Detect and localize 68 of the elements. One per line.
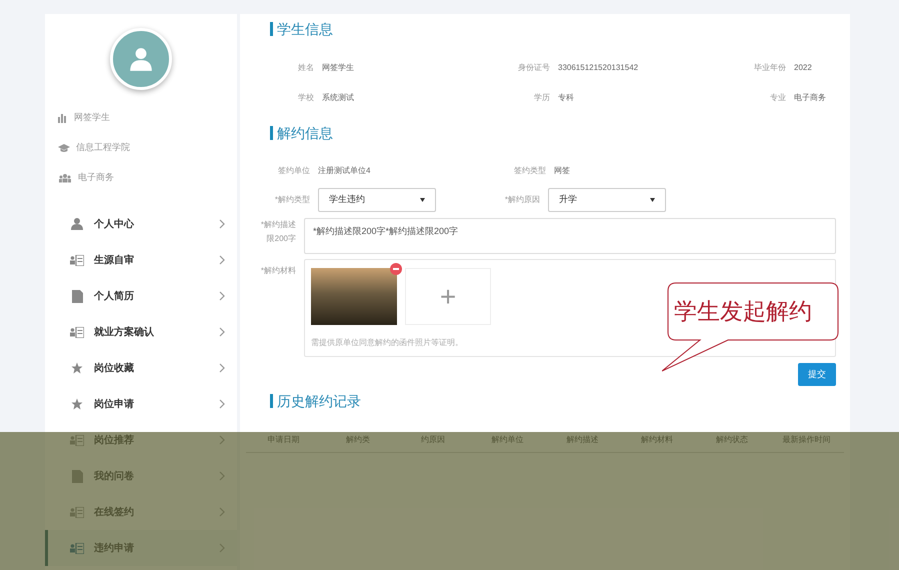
field-value: 2022 <box>794 62 813 74</box>
column-header: 解约描述 <box>565 434 600 446</box>
dropdown[interactable]: 升学 <box>548 188 666 212</box>
column-header: 约原因 <box>420 434 446 446</box>
field-value: 网签 <box>554 165 571 177</box>
chevron-icon <box>219 363 225 373</box>
title-bar <box>270 126 273 140</box>
chevron-icon <box>219 255 225 265</box>
dropdown[interactable]: 学生违约 <box>318 188 436 212</box>
title-bar <box>270 22 273 36</box>
star-icon <box>70 362 84 374</box>
remove-icon[interactable] <box>390 263 402 275</box>
chevron-icon <box>219 219 225 229</box>
caret-icon <box>650 198 655 202</box>
chevron-icon <box>219 399 225 409</box>
profile-text: 电子商务 <box>78 171 114 184</box>
column-header: 申请日期 <box>266 434 300 446</box>
field-label: 签约单位 <box>277 165 310 177</box>
sidebar-item[interactable]: 岗位收藏 <box>45 350 237 386</box>
field-label: 学历 <box>533 92 550 104</box>
person-icon <box>70 218 84 230</box>
field-value: 电子商务 <box>794 92 827 104</box>
field-value: 注册测试单位4 <box>318 165 372 177</box>
description-field[interactable]: *解约描述限200字*解约描述限200字 <box>304 218 836 254</box>
field-value: 网签学生 <box>322 62 355 74</box>
caret-icon <box>420 198 425 202</box>
contact-card-icon <box>70 254 84 266</box>
field-value: 专科 <box>558 92 575 104</box>
callout-text: 学生发起解约 <box>674 297 812 326</box>
field-value: 系统测试 <box>322 92 355 104</box>
field-label: *解约原因 <box>504 194 540 206</box>
field-label: 姓名 <box>297 62 314 74</box>
star-icon <box>70 398 84 410</box>
contact-card-icon <box>70 326 84 338</box>
column-header: 解约材料 <box>640 434 674 446</box>
field-label: *解约描述限200字 <box>260 219 296 245</box>
field-label: 专业 <box>769 92 786 104</box>
sidebar-item[interactable]: 岗位申请 <box>45 386 237 422</box>
field-label: *解约材料 <box>260 265 296 277</box>
section-title: 历史解约记录 <box>277 392 361 410</box>
submit-button[interactable]: 提交 <box>798 363 836 386</box>
bar-chart-icon <box>58 113 68 123</box>
people-icon <box>58 174 72 182</box>
sidebar-item[interactable]: 生源自审 <box>45 242 237 278</box>
graduation-cap-icon <box>58 144 70 152</box>
section-title: 解约信息 <box>277 124 333 142</box>
chevron-icon <box>219 327 225 337</box>
avatar <box>110 28 172 90</box>
field-value: 330615121520131542 <box>558 62 640 74</box>
field-label: 毕业年份 <box>753 62 786 74</box>
column-header: 解约单位 <box>490 434 525 446</box>
column-header: 解约类 <box>345 434 372 446</box>
profile-text: 网签学生 <box>74 111 110 124</box>
sidebar-item[interactable]: 就业方案确认 <box>45 314 237 350</box>
profile-text: 信息工程学院 <box>76 141 130 154</box>
chevron-icon <box>219 291 225 301</box>
field-label: 身份证号 <box>517 62 550 74</box>
sidebar-item[interactable]: 个人简历 <box>45 278 237 314</box>
document-icon <box>70 290 84 302</box>
column-header: 最新操作时间 <box>782 434 832 446</box>
title-bar <box>270 394 273 408</box>
hint-text: 需提供原单位同意解约的函件照片等证明。 <box>311 337 464 349</box>
section-title: 学生信息 <box>277 20 333 38</box>
sidebar-item[interactable]: 个人中心 <box>45 206 237 242</box>
field-label: 学校 <box>297 92 314 104</box>
field-label: 签约类型 <box>513 165 546 177</box>
field-label: *解约类型 <box>274 194 310 206</box>
column-header: 解约状态 <box>714 434 749 446</box>
